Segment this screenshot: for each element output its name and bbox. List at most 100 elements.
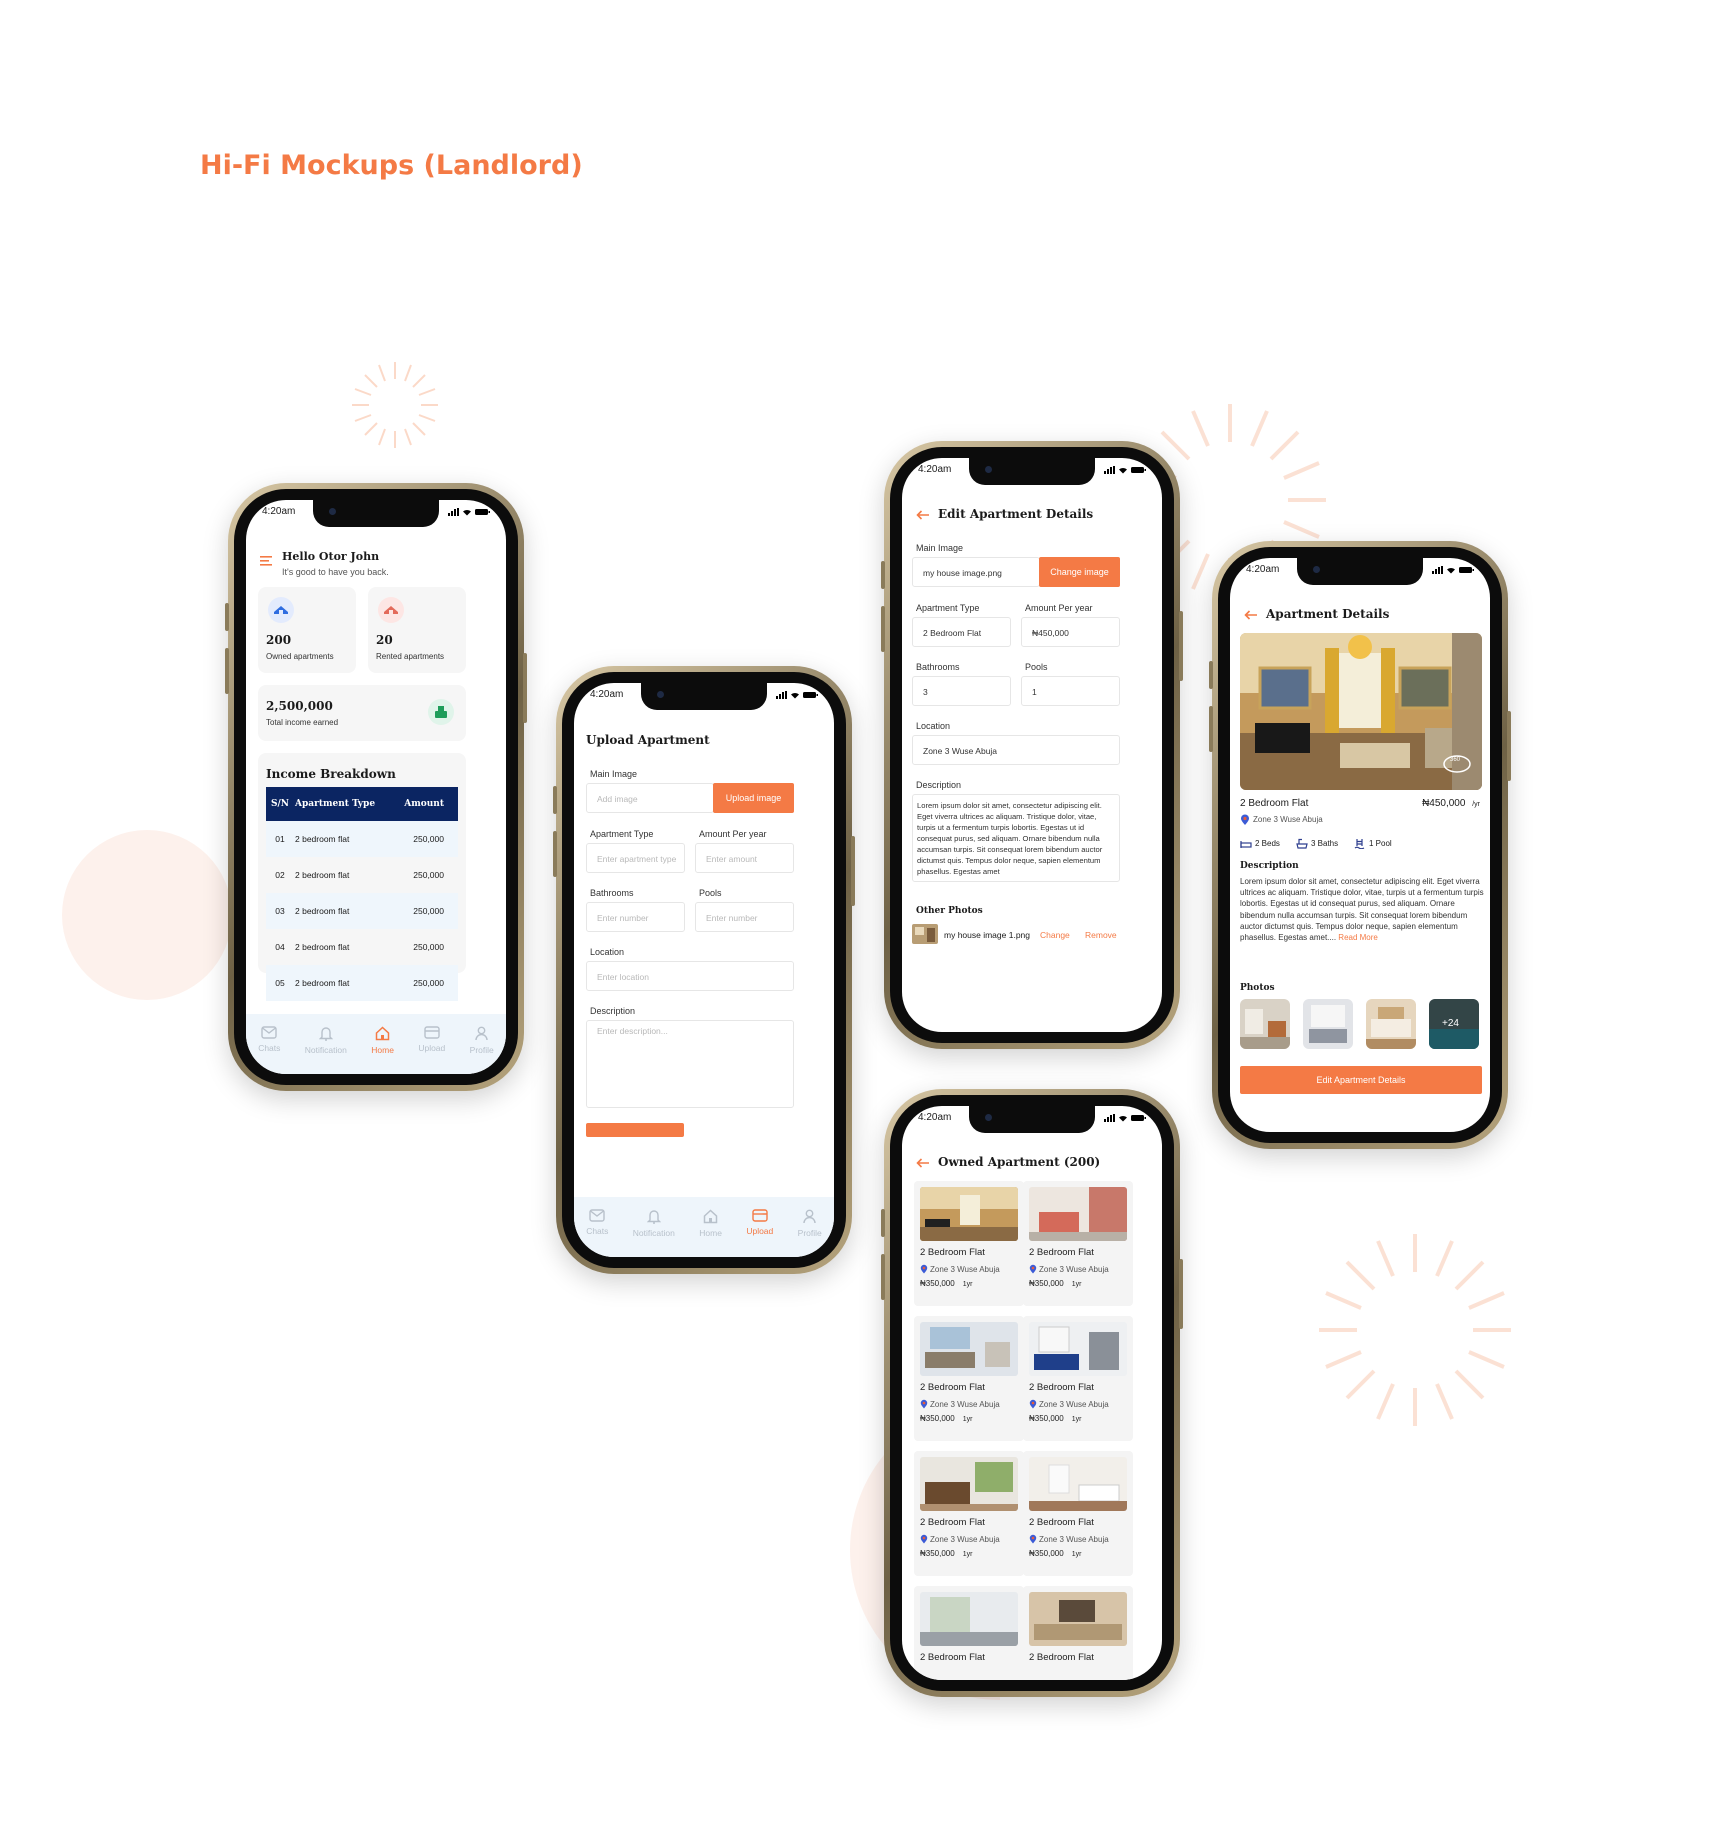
change-image-button[interactable]: Change image xyxy=(1039,557,1120,587)
owned-label: Owned apartments xyxy=(266,652,334,661)
change-photo-link[interactable]: Change xyxy=(1040,930,1070,940)
tab-home[interactable]: Home xyxy=(699,1209,722,1238)
cell-type: 2 bedroom flat xyxy=(295,870,350,880)
cell-sn: 03 xyxy=(266,893,294,929)
apartment-price: ₦350,000 1yr xyxy=(1029,1414,1082,1423)
mail-icon xyxy=(261,1026,277,1039)
apartment-location: Zone 3 Wuse Abuja xyxy=(1029,1399,1109,1409)
type-label: Apartment Type xyxy=(916,603,980,613)
price-per: /yr xyxy=(1472,801,1480,808)
table-row[interactable]: 01 2 bedroom flat 250,000 xyxy=(266,821,458,857)
location-input[interactable]: Enter location xyxy=(586,961,794,991)
description-textarea[interactable]: Lorem ipsum dolor sit amet, consectetur … xyxy=(912,794,1120,882)
read-more-link[interactable]: Read More xyxy=(1338,933,1378,942)
location-input[interactable]: Zone 3 Wuse Abuja xyxy=(912,735,1120,765)
tab-profile[interactable]: Profile xyxy=(470,1026,494,1055)
tab-chats[interactable]: Chats xyxy=(258,1026,280,1053)
cell-type: 2 bedroom flat xyxy=(294,821,393,857)
rented-apartments-card[interactable]: 20 Rented apartments xyxy=(368,587,466,673)
phone-owned: 4:20am Owned Apartment (200) 2 Bedroom F… xyxy=(881,1089,1183,1697)
cell-sn: 05 xyxy=(266,965,294,1001)
apartment-card[interactable]: 2 Bedroom Flat Zone 3 Wuse Abuja ₦350,00… xyxy=(914,1316,1024,1441)
table-row[interactable]: 04 2 bedroom flat 250,000 xyxy=(266,929,458,965)
more-photos-count: +24 xyxy=(1442,1018,1459,1029)
gallery-thumbnail[interactable] xyxy=(1366,999,1416,1049)
upload-image-button[interactable]: Upload image xyxy=(713,783,794,813)
tab-upload[interactable]: Upload xyxy=(746,1209,773,1236)
location-pin-icon xyxy=(1029,1399,1037,1409)
notch xyxy=(641,683,767,710)
tab-profile[interactable]: Profile xyxy=(798,1209,822,1238)
details-title: Apartment Details xyxy=(1266,607,1390,621)
tab-chats[interactable]: Chats xyxy=(586,1209,608,1236)
apartment-card[interactable]: 2 Bedroom Flat Zone 3 Wuse Abuja ₦350,00… xyxy=(1023,1316,1133,1441)
tab-upload[interactable]: Upload xyxy=(418,1026,445,1053)
apartment-location: Zone 3 Wuse Abuja xyxy=(920,1399,1000,1409)
description-textarea[interactable]: Enter description... xyxy=(586,1020,794,1108)
signal-icon xyxy=(776,690,787,699)
apartment-card[interactable]: 2 Bedroom Flat Zone 3 Wuse Abuja ₦350,00… xyxy=(1023,1181,1133,1306)
other-photos-label: Other Photos xyxy=(916,906,983,916)
apartment-card[interactable]: 2 Bedroom Flat Zone 3 Wuse Abuja ₦350,00… xyxy=(914,1451,1024,1576)
apartment-card[interactable]: 2 Bedroom Flat xyxy=(1023,1586,1133,1680)
income-label: Total income earned xyxy=(266,718,339,727)
card-icon xyxy=(424,1026,440,1039)
back-arrow-icon[interactable] xyxy=(916,1158,930,1168)
pools-input[interactable]: Enter number xyxy=(695,902,794,932)
battery-icon xyxy=(1131,466,1146,473)
gallery-thumbnail[interactable] xyxy=(1303,999,1353,1049)
edit-apartment-details-button[interactable]: Edit Apartment Details xyxy=(1240,1066,1482,1094)
apartment-price: ₦350,000 1yr xyxy=(920,1414,973,1423)
cell-amount: 250,000 xyxy=(392,893,458,929)
amount-input[interactable]: Enter amount xyxy=(695,843,794,873)
gallery-thumbnail[interactable] xyxy=(1240,999,1290,1049)
pool-count: 1 Pool xyxy=(1369,839,1392,848)
edit-title: Edit Apartment Details xyxy=(938,507,1094,521)
notch xyxy=(969,1106,1095,1133)
owned-title: Owned Apartment (200) xyxy=(938,1155,1101,1169)
cell-amount: 250,000 xyxy=(392,965,458,1001)
apartment-title: 2 Bedroom Flat xyxy=(920,1652,985,1663)
bathrooms-input[interactable]: Enter number xyxy=(586,902,685,932)
user-icon xyxy=(475,1026,488,1041)
location-pin-icon xyxy=(1029,1534,1037,1544)
table-row[interactable]: 02 2 bedroom flat 250,000 xyxy=(266,857,458,893)
breakdown-title: Income Breakdown xyxy=(266,767,396,781)
amount-input[interactable]: ₦450,000 xyxy=(1021,617,1120,647)
battery-icon xyxy=(803,691,818,698)
bell-icon xyxy=(646,1210,661,1224)
description-label: Description xyxy=(916,780,962,790)
home-screen: 4:20am Hello Otor John It's good to have… xyxy=(246,500,506,1074)
submit-button-partial[interactable] xyxy=(586,1123,684,1137)
remove-photo-link[interactable]: Remove xyxy=(1085,930,1117,940)
apartment-type-input[interactable]: 2 Bedroom Flat xyxy=(912,617,1011,647)
apartment-photo xyxy=(1029,1187,1127,1241)
description-label: Description xyxy=(590,1006,636,1016)
back-arrow-icon[interactable] xyxy=(916,510,930,520)
apartment-card[interactable]: 2 Bedroom Flat Zone 3 Wuse Abuja ₦350,00… xyxy=(914,1181,1024,1306)
menu-icon[interactable] xyxy=(260,555,274,567)
main-image-input[interactable]: Add image xyxy=(586,783,714,813)
pools-input[interactable]: 1 xyxy=(1021,676,1120,706)
apartment-card[interactable]: 2 Bedroom Flat Zone 3 Wuse Abuja ₦350,00… xyxy=(1023,1451,1133,1576)
apartment-type-input[interactable]: Enter apartment type xyxy=(586,843,685,873)
table-row[interactable]: 05 2 bedroom flat 250,000 xyxy=(266,965,458,1001)
apartment-title: 2 Bedroom Flat xyxy=(1029,1652,1094,1663)
house-icon xyxy=(268,597,294,623)
location-pin-icon xyxy=(920,1399,928,1409)
apartment-title: 2 Bedroom Flat xyxy=(920,1247,985,1258)
main-image-label: Main Image xyxy=(590,769,638,779)
tab-notification[interactable]: Notification xyxy=(633,1209,675,1238)
owned-apartments-card[interactable]: 200 Owned apartments xyxy=(258,587,356,673)
bathrooms-input[interactable]: 3 xyxy=(912,676,1011,706)
apartment-card[interactable]: 2 Bedroom Flat xyxy=(914,1586,1024,1680)
tab-home[interactable]: Home xyxy=(371,1026,394,1055)
battery-icon xyxy=(475,508,490,515)
main-image-input[interactable]: my house image.png xyxy=(912,557,1040,587)
bathrooms-label: Bathrooms xyxy=(916,662,960,672)
back-arrow-icon[interactable] xyxy=(1244,610,1258,620)
tab-notification[interactable]: Notification xyxy=(305,1026,347,1055)
bathrooms-label: Bathrooms xyxy=(590,888,634,898)
table-row[interactable]: 03 2 bedroom flat 250,000 xyxy=(266,893,458,929)
apartment-title: 2 Bedroom Flat xyxy=(920,1517,985,1528)
